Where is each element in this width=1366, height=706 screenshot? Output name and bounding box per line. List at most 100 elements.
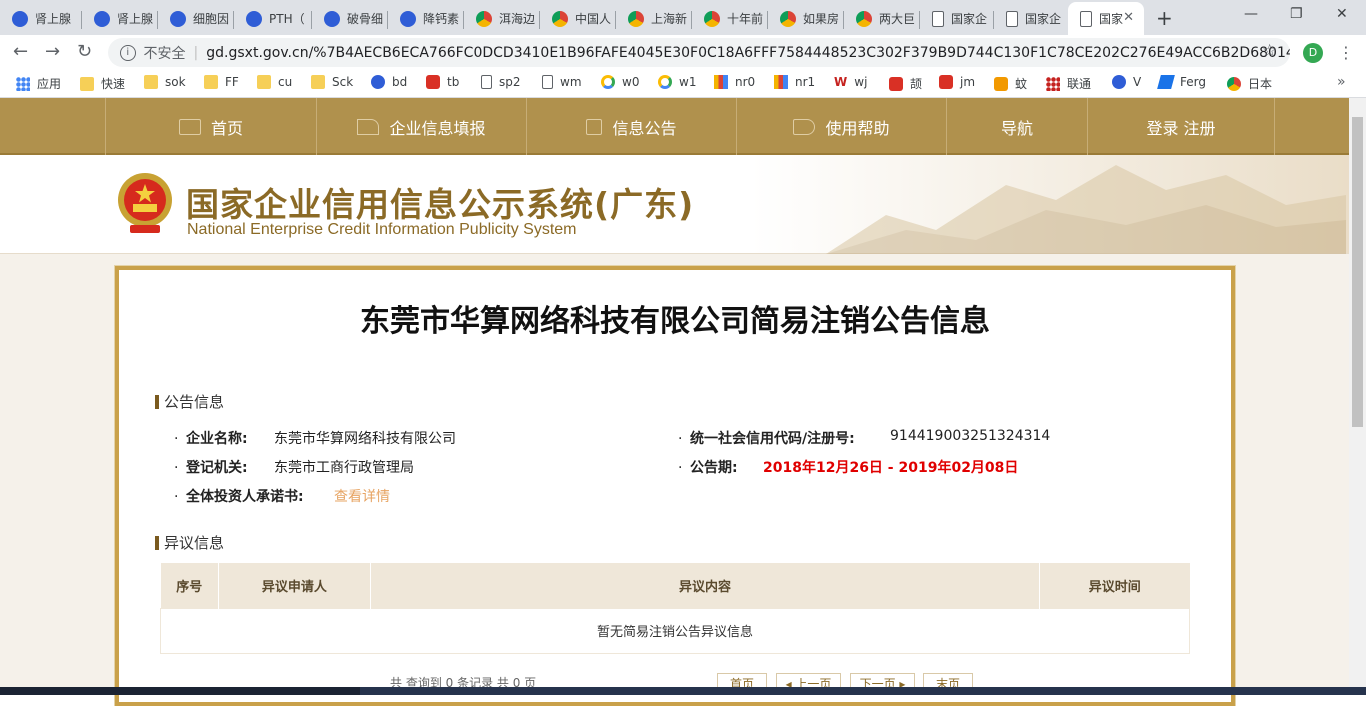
baidu-paw-icon <box>324 10 340 27</box>
browser-tab[interactable]: 国家企 <box>920 2 994 35</box>
address-bar[interactable]: i 不安全 | gd.gsxt.gov.cn/%7B4AECB6ECA766FC… <box>108 38 1290 67</box>
bookmark-item[interactable]: 蚊 <box>994 75 1027 92</box>
notice-period-value: 2018年12月26日 - 2019年02月08日 <box>763 460 1019 476</box>
bookmark-item[interactable]: bd <box>371 75 407 89</box>
section-heading-objection: 异议信息 <box>155 532 224 553</box>
bookmarks-overflow-button[interactable]: » <box>1337 74 1346 90</box>
browser-tab[interactable]: 两大巨 <box>844 2 920 35</box>
nav-login-register[interactable]: 登录 注册 <box>1087 98 1275 155</box>
bookmark-item[interactable]: 颉 <box>889 75 922 92</box>
bookmark-item[interactable]: nr1 <box>774 75 815 89</box>
bookmark-item[interactable]: Wwj <box>834 75 867 89</box>
forward-arrow-icon[interactable]: → <box>45 41 60 62</box>
minimize-button[interactable]: — <box>1244 6 1258 22</box>
table-header-row: 序号 异议申请人 异议内容 异议时间 <box>160 563 1190 608</box>
browser-tab[interactable]: PTH（ <box>234 2 312 35</box>
info-icon[interactable]: i <box>120 44 136 61</box>
bookmark-item[interactable]: 快速 <box>80 75 125 92</box>
bookmark-item[interactable]: V <box>1112 75 1141 89</box>
bookmark-item[interactable]: wm <box>542 75 582 89</box>
browser-tab[interactable]: 破骨细 <box>312 2 388 35</box>
browser-tab[interactable]: 上海新 <box>616 2 692 35</box>
colorbar-icon <box>774 75 788 89</box>
browser-tab[interactable]: 细胞因 <box>158 2 234 35</box>
kebab-menu-icon[interactable]: ⋮ <box>1338 43 1354 62</box>
bookmark-item[interactable]: FF <box>204 75 239 89</box>
bookmark-item[interactable]: cu <box>257 75 292 89</box>
bookmark-item[interactable]: sok <box>144 75 186 89</box>
column-header: 异议内容 <box>370 563 1041 608</box>
bookmark-item[interactable]: Ferg <box>1157 75 1206 89</box>
bookmark-item[interactable]: 日本 <box>1227 75 1272 92</box>
browser-tab[interactable]: 肾上腺 <box>0 2 82 35</box>
bookmark-item[interactable]: Sck <box>311 75 353 89</box>
scrollbar-thumb[interactable] <box>1352 117 1363 427</box>
browser-tab[interactable]: 中国人 <box>540 2 616 35</box>
security-status[interactable]: 不安全 <box>144 43 186 63</box>
document-icon <box>1006 10 1018 27</box>
folder-icon <box>204 75 218 89</box>
nav-guide[interactable]: 导航 <box>946 98 1087 155</box>
field-investor-pledge: · 全体投资人承诺书: 查看详情 <box>174 486 390 506</box>
back-arrow-icon[interactable]: ← <box>13 41 28 62</box>
close-window-button[interactable]: ✕ <box>1336 6 1348 22</box>
browser-tab[interactable]: 国家企 <box>994 2 1068 35</box>
baidu-paw-icon <box>94 10 110 27</box>
colorbar-icon <box>714 75 728 89</box>
page-title: 东莞市华算网络科技有限公司简易注销公告信息 <box>360 304 990 339</box>
speaker-icon <box>793 118 816 135</box>
browser-tab-strip: 肾上腺 肾上腺 细胞因 PTH（ 破骨细 降钙素 洱海边 中国人 上海新 十年前… <box>0 0 1366 35</box>
pen-icon <box>357 118 380 135</box>
view-details-link[interactable]: 查看详情 <box>334 486 390 506</box>
chrome-icon <box>704 10 720 27</box>
column-header: 异议时间 <box>1039 563 1190 608</box>
red-square-icon <box>889 76 903 91</box>
taobao-icon <box>426 75 440 89</box>
folder-icon <box>311 75 325 89</box>
folder-icon <box>80 76 94 91</box>
bookmark-item[interactable]: 联通 <box>1046 75 1091 92</box>
notice-icon <box>586 118 603 135</box>
bookmark-item[interactable]: w0 <box>601 75 639 89</box>
ring-icon <box>601 75 615 89</box>
nav-notices[interactable]: 信息公告 <box>526 98 736 155</box>
bookmark-item[interactable]: nr0 <box>714 75 755 89</box>
site-title: 国家企业信用信息公示系统(广东) <box>186 185 695 224</box>
bookmark-item[interactable]: w1 <box>658 75 696 89</box>
dots-icon <box>1046 76 1060 91</box>
bookmark-star-icon[interactable]: ☆ <box>1262 41 1277 61</box>
bookmarks-bar: 应用 快速 sok FF cu Sck bd tb sp2 wm w0 w1 n… <box>0 70 1366 98</box>
nav-help[interactable]: 使用帮助 <box>736 98 946 155</box>
nav-home[interactable]: 首页 <box>105 98 316 155</box>
browser-tab[interactable]: 十年前 <box>692 2 768 35</box>
apps-grid-icon <box>16 76 30 91</box>
browser-tab-active[interactable]: 国家 ✕ <box>1068 2 1144 35</box>
close-tab-icon[interactable]: ✕ <box>1123 10 1134 25</box>
profile-avatar[interactable]: D <box>1303 43 1323 63</box>
maximize-button[interactable]: ❐ <box>1290 6 1303 22</box>
browser-toolbar: ← → ↻ i 不安全 | gd.gsxt.gov.cn/%7B4AECB6EC… <box>0 35 1366 70</box>
bookmark-item[interactable]: sp2 <box>481 75 521 89</box>
browser-tab[interactable]: 如果房 <box>768 2 844 35</box>
chrome-icon <box>628 10 644 27</box>
baidu-paw-icon <box>1112 75 1126 89</box>
browser-tab[interactable]: 肾上腺 <box>82 2 158 35</box>
nav-enterprise-report[interactable]: 企业信息填报 <box>316 98 526 155</box>
url-text[interactable]: gd.gsxt.gov.cn/%7B4AECB6ECA766FC0DCD3410… <box>206 45 1290 61</box>
document-icon <box>932 10 944 27</box>
orange-square-icon <box>994 76 1008 91</box>
mountain-illustration <box>826 165 1346 254</box>
red-square-icon <box>939 75 953 89</box>
site-title-english: National Enterprise Credit Information P… <box>187 221 577 238</box>
browser-tab[interactable]: 洱海边 <box>464 2 540 35</box>
bookmark-item[interactable]: jm <box>939 75 975 89</box>
bookmark-item[interactable]: tb <box>426 75 459 89</box>
table-row: 暂无简易注销公告异议信息 <box>160 607 1190 654</box>
baidu-paw-icon <box>400 10 416 27</box>
section-heading-notice: 公告信息 <box>155 391 224 412</box>
new-tab-button[interactable]: + <box>1156 6 1173 30</box>
browser-tab[interactable]: 降钙素 <box>388 2 464 35</box>
reload-icon[interactable]: ↻ <box>77 41 92 62</box>
os-taskbar <box>0 687 1366 695</box>
bookmark-item[interactable]: 应用 <box>16 75 61 92</box>
